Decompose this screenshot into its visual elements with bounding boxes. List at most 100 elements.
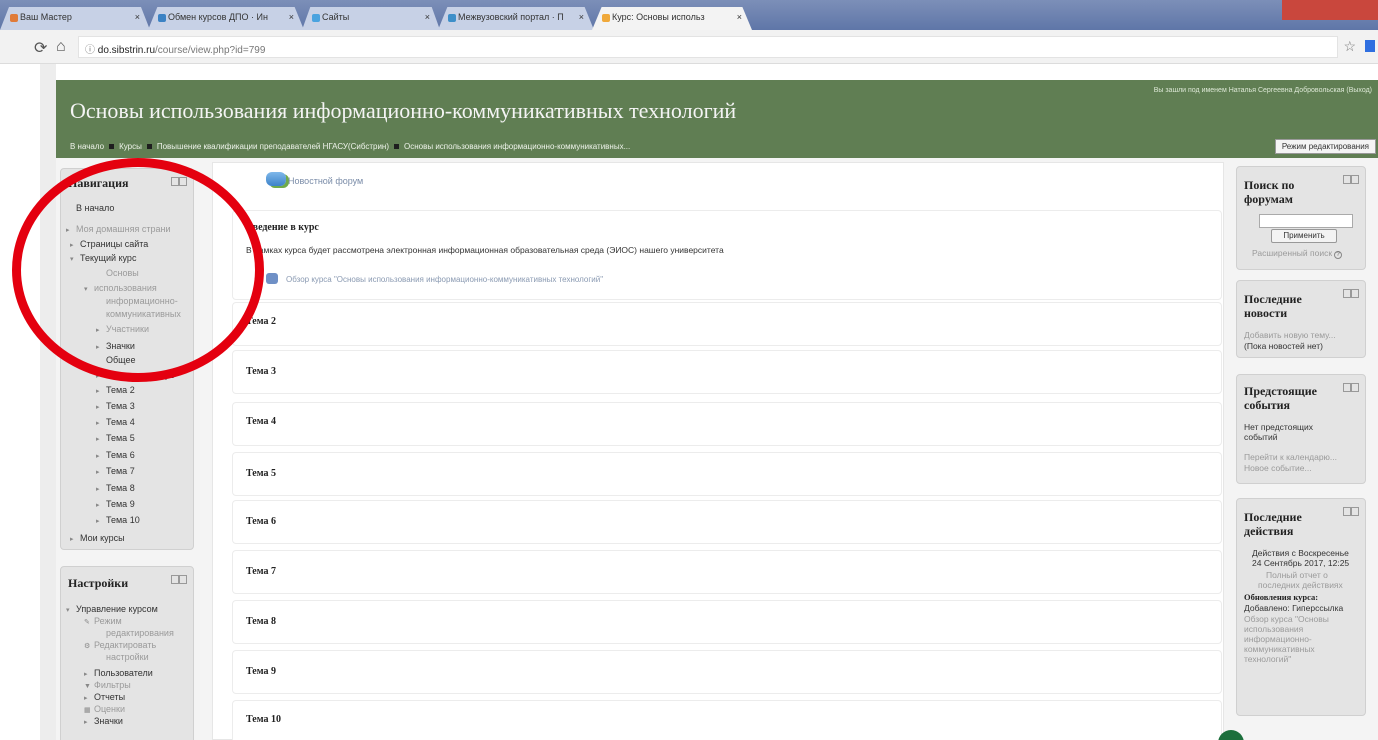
nav-item[interactable]: ▸ Участники	[96, 324, 149, 336]
settings-item[interactable]: ▼ Фильтры	[84, 680, 131, 692]
recent-link-line1[interactable]: Обзор курса "Основы	[1244, 614, 1329, 624]
settings-item[interactable]: ▸ Значки	[84, 716, 123, 728]
expand-arrow-icon[interactable]: ▸	[96, 386, 106, 397]
expand-arrow-icon[interactable]: ▸	[66, 225, 76, 236]
nav-item[interactable]: Общее	[96, 355, 135, 366]
expand-arrow-icon[interactable]: ▸	[96, 342, 106, 353]
topic-title: Тема 2	[246, 316, 276, 327]
nav-item[interactable]: ▾ Текущий курс	[70, 253, 136, 265]
nav-item[interactable]: ▸ Тема 6	[96, 450, 135, 462]
forum-search-input[interactable]	[1259, 214, 1353, 228]
nav-item-label: коммуникативных	[106, 309, 181, 319]
help-icon[interactable]: ?	[1334, 251, 1343, 259]
block-controls-icon[interactable]	[1343, 507, 1359, 516]
block-controls-icon[interactable]	[1343, 175, 1359, 184]
expand-arrow-icon[interactable]: ▸	[96, 434, 106, 445]
browser-tab-4[interactable]: Межвузовский портал · П ×	[438, 7, 594, 30]
expand-arrow-icon[interactable]: ▸	[70, 240, 80, 251]
close-icon[interactable]: ×	[289, 12, 294, 22]
expand-arrow-icon[interactable]: ▸	[96, 371, 106, 382]
add-topic-link[interactable]: Добавить новую тему...	[1244, 330, 1336, 340]
url-input[interactable]: ⓘ do.sibstrin.ru/course/view.php?id=799	[78, 36, 1338, 58]
nav-item[interactable]: ▸ Тема 10	[96, 515, 140, 527]
nav-item[interactable]: ▸ Тема 5	[96, 433, 135, 445]
expand-arrow-icon[interactable]: ▸	[96, 451, 106, 462]
breadcrumb-course[interactable]: Основы использования информационно-комму…	[404, 142, 630, 151]
bookmark-star-icon[interactable]: ☆	[1343, 38, 1356, 55]
nav-item[interactable]: ▸ Значки	[96, 341, 135, 353]
nav-item[interactable]: ▸ Страницы сайта	[70, 239, 148, 251]
close-icon[interactable]: ×	[135, 12, 140, 22]
home-icon[interactable]: ⌂	[56, 38, 66, 56]
browser-tab-1[interactable]: Ваш Мастер ×	[0, 7, 150, 30]
settings-item[interactable]: настройки	[96, 652, 149, 663]
expand-arrow-icon[interactable]: ▸	[96, 325, 106, 336]
nav-item[interactable]: ▸ Введение в курс	[96, 370, 174, 382]
window-controls[interactable]	[1282, 0, 1378, 20]
recent-link-line3[interactable]: информационно-	[1244, 634, 1312, 644]
recent-link-line2[interactable]: использования	[1244, 624, 1303, 634]
nav-item[interactable]: коммуникативных	[96, 309, 181, 320]
full-report-link-line2[interactable]: последних действиях	[1258, 580, 1343, 590]
apply-button[interactable]: Применить	[1271, 229, 1337, 243]
settings-item[interactable]: ▦ Оценки	[84, 704, 125, 716]
forum-icon	[266, 172, 286, 186]
nav-item[interactable]: информационно-	[96, 296, 178, 307]
block-controls-icon[interactable]	[171, 575, 187, 584]
settings-item[interactable]: ▸ Пользователи	[84, 668, 153, 680]
nav-item[interactable]: ▸ Тема 7	[96, 466, 135, 478]
new-event-link[interactable]: Новое событие...	[1244, 463, 1312, 473]
expand-arrow-icon[interactable]: ▸	[96, 516, 106, 527]
nav-item[interactable]: Основы	[96, 268, 139, 279]
block-controls-icon[interactable]	[171, 177, 187, 186]
browser-tab-3[interactable]: Сайты ×	[302, 7, 440, 30]
login-info[interactable]: Вы зашли под именем Наталья Сергеевна До…	[1154, 87, 1372, 94]
browser-tab-5-active[interactable]: Курс: Основы использ ×	[592, 7, 752, 30]
nav-item[interactable]: ▸ Тема 8	[96, 483, 135, 495]
breadcrumb-home[interactable]: В начало	[70, 142, 104, 151]
news-forum-link[interactable]: Новостной форум	[288, 176, 363, 186]
settings-item[interactable]: ▾ Управление курсом	[66, 604, 158, 616]
nav-item[interactable]: ▸ Мои курсы	[70, 533, 125, 545]
close-icon[interactable]: ×	[425, 12, 430, 22]
nav-item[interactable]: ▸ Тема 2	[96, 385, 135, 397]
browser-tab-2[interactable]: Обмен курсов ДПО · Ин ×	[148, 7, 304, 30]
edit-mode-button[interactable]: Режим редактирования	[1274, 139, 1376, 154]
nav-item-label: Общее	[106, 355, 136, 365]
close-icon[interactable]: ×	[737, 12, 742, 22]
breadcrumb-category[interactable]: Повышение квалификации преподавателей НГ…	[157, 142, 389, 151]
breadcrumb-courses[interactable]: Курсы	[119, 142, 142, 151]
nav-item[interactable]: ▾ использования	[84, 283, 157, 295]
expand-arrow-icon[interactable]: ▸	[96, 402, 106, 413]
go-to-calendar-link[interactable]: Перейти к календарю...	[1244, 452, 1337, 462]
course-overview-link[interactable]: Обзор курса "Основы использования информ…	[286, 275, 603, 284]
nav-item[interactable]: ▸ Моя домашняя страни	[66, 224, 171, 236]
nav-item[interactable]: В начало	[66, 203, 114, 214]
expand-arrow-icon[interactable]: ▾	[84, 284, 94, 295]
settings-item[interactable]: редактирования	[96, 628, 174, 639]
nav-item[interactable]: ▸ Тема 3	[96, 401, 135, 413]
nav-item[interactable]: ▸ Тема 9	[96, 499, 135, 511]
extension-icon[interactable]	[1365, 40, 1375, 52]
full-report-link-line1[interactable]: Полный отчет о	[1266, 570, 1328, 580]
recent-link-line5[interactable]: технологий"	[1244, 654, 1291, 664]
expand-arrow-icon[interactable]: ▾	[70, 254, 80, 265]
settings-item[interactable]: ⚙ Редактировать	[84, 640, 156, 652]
reload-icon[interactable]: ⟳	[34, 38, 47, 58]
settings-item[interactable]: ▸ Отчеты	[84, 692, 125, 704]
close-icon[interactable]: ×	[579, 12, 584, 22]
recent-link-line4[interactable]: коммуникативных	[1244, 644, 1315, 654]
nav-item-label: Тема 6	[106, 450, 135, 460]
expand-arrow-icon[interactable]: ▸	[96, 484, 106, 495]
expand-arrow-icon[interactable]: ▸	[96, 500, 106, 511]
topic-section	[232, 700, 1222, 740]
block-controls-icon[interactable]	[1343, 289, 1359, 298]
nav-item[interactable]: ▸ Тема 4	[96, 417, 135, 429]
expand-arrow-icon[interactable]: ▸	[96, 418, 106, 429]
advanced-search-link[interactable]: Расширенный поиск?	[1252, 248, 1343, 259]
expand-arrow-icon[interactable]: ▸	[96, 467, 106, 478]
expand-arrow-icon[interactable]: ▸	[70, 534, 80, 545]
settings-item[interactable]: ✎ Режим	[84, 616, 122, 628]
block-controls-icon[interactable]	[1343, 383, 1359, 392]
topic-section	[232, 402, 1222, 446]
